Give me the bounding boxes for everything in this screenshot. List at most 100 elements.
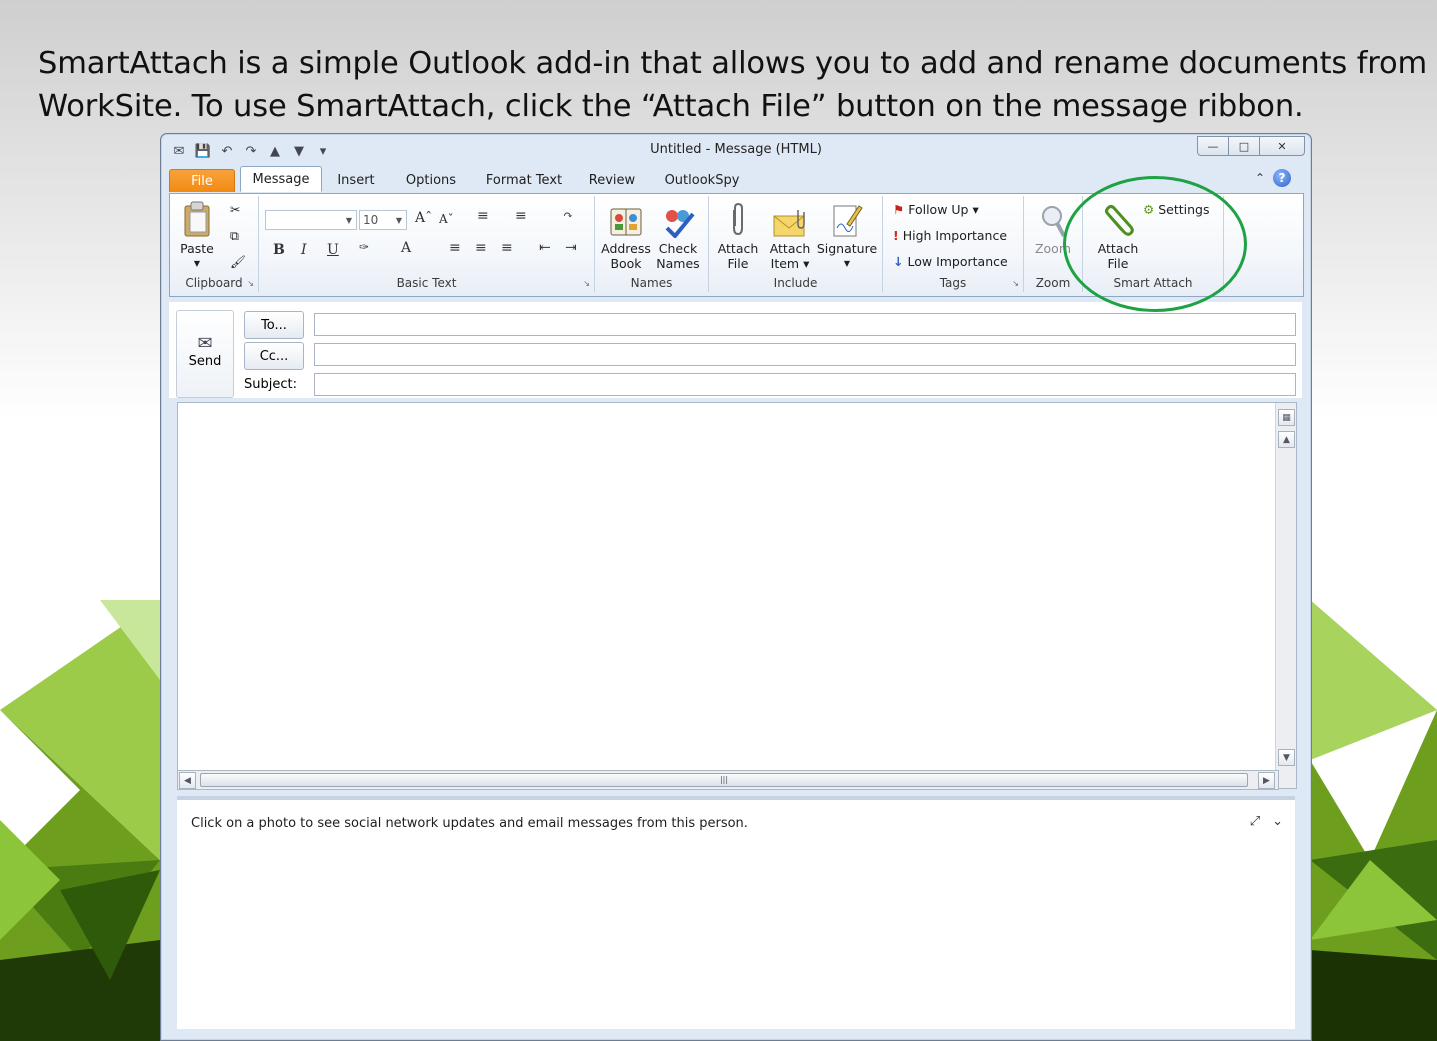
subject-field[interactable]: [314, 373, 1296, 396]
smart-attach-settings-button[interactable]: ⚙ Settings: [1143, 202, 1210, 217]
settings-label: Settings: [1158, 202, 1210, 217]
attach-file-label-1: Attach: [717, 241, 759, 256]
horizontal-scrollbar[interactable]: ◀ ||| ▶: [177, 770, 1279, 790]
title-bar: ✉ 💾 ↶ ↷ ▲ ▼ ▾ Untitled - Message (HTML) …: [161, 134, 1311, 166]
attach-item-button[interactable]: Attach Item ▾: [765, 200, 815, 271]
red-flag-icon: ⚑: [893, 202, 905, 217]
tab-message[interactable]: Message: [240, 166, 322, 192]
tab-file[interactable]: File: [169, 169, 235, 192]
to-button[interactable]: To...: [244, 311, 304, 339]
chevron-down-icon[interactable]: ⌄: [1272, 814, 1283, 829]
minimize-ribbon-icon[interactable]: ⌃: [1255, 171, 1265, 185]
low-importance-label: Low Importance: [907, 254, 1008, 269]
signature-dropdown-icon[interactable]: ▼: [815, 256, 879, 271]
font-color-icon[interactable]: A: [401, 240, 411, 256]
window-title: Untitled - Message (HTML): [650, 142, 822, 157]
message-header-area: ✉ Send To... Cc... Subject:: [169, 302, 1302, 398]
format-painter-icon[interactable]: 🖌: [230, 254, 246, 270]
paste-button[interactable]: Paste ▼: [176, 200, 218, 271]
horizontal-scroll-thumb[interactable]: |||: [200, 773, 1248, 787]
tags-launcher-icon[interactable]: ↘: [1012, 279, 1019, 288]
bold-button[interactable]: B: [273, 242, 285, 258]
tab-insert[interactable]: Insert: [329, 169, 383, 191]
increase-indent-icon[interactable]: ⇥: [565, 240, 577, 256]
people-pane-text: Click on a photo to see social network u…: [191, 816, 748, 831]
grow-font-icon[interactable]: Aˆ: [415, 210, 432, 226]
cut-icon[interactable]: ✂: [230, 202, 240, 217]
align-right-icon[interactable]: ≡: [501, 240, 513, 256]
paste-dropdown-icon[interactable]: ▼: [176, 256, 218, 271]
minimize-button[interactable]: —: [1197, 136, 1229, 156]
people-pane-controls: ⤢ ⌄: [1250, 814, 1283, 829]
address-book-button[interactable]: Address Book: [599, 200, 653, 271]
low-importance-button[interactable]: ↓ Low Importance: [893, 254, 1008, 269]
to-field[interactable]: [314, 313, 1296, 336]
scroll-right-icon[interactable]: ▶: [1258, 772, 1275, 789]
caption: SmartAttach is a simple Outlook add-in t…: [38, 42, 1428, 128]
message-body[interactable]: ▦ ▲ ▼: [177, 402, 1297, 789]
decrease-indent-icon[interactable]: ⇤: [539, 240, 551, 256]
attach-file-button[interactable]: Attach File: [713, 200, 763, 271]
high-importance-button[interactable]: ! High Importance: [893, 228, 1007, 243]
smart-attach-file-label-1: Attach: [1097, 241, 1139, 256]
italic-button[interactable]: I: [301, 242, 307, 258]
smart-attach-file-button[interactable]: Attach File: [1093, 200, 1143, 271]
basic-text-launcher-icon[interactable]: ↘: [583, 279, 590, 288]
gear-icon: ⚙: [1143, 202, 1155, 217]
ribbon: Paste ▼ ✂ ⧉ 🖌 Clipboard ↘ ▼ 10 ▼ Aˆ Aˇ ≡ …: [169, 193, 1304, 297]
shrink-font-icon[interactable]: Aˇ: [439, 212, 454, 226]
send-label: Send: [188, 354, 222, 369]
zoom-group-label: Zoom: [1035, 276, 1071, 290]
clear-formatting-icon[interactable]: ↷: [563, 208, 573, 222]
attach-item-label-2: Item ▾: [770, 256, 810, 271]
expand-icon[interactable]: ⤢: [1250, 814, 1260, 829]
people-pane-bar: Click on a photo to see social network u…: [177, 796, 1295, 847]
caption-line-1: SmartAttach is a simple Outlook add-in t…: [38, 46, 1428, 81]
align-left-icon[interactable]: ≡: [449, 240, 461, 256]
group-include: Attach File Attach Item ▾ Signature ▼ In…: [709, 196, 883, 292]
numbering-icon[interactable]: ≡: [515, 208, 527, 224]
font-size-value: 10: [363, 213, 379, 227]
magnifier-icon: [1028, 200, 1078, 238]
tab-options[interactable]: Options: [399, 169, 463, 191]
signature-button[interactable]: Signature ▼: [815, 200, 879, 271]
vertical-scrollbar[interactable]: ▦ ▲ ▼: [1275, 403, 1296, 788]
scroll-up-icon[interactable]: ▲: [1278, 431, 1295, 448]
signature-label: Signature: [816, 241, 878, 256]
zoom-label: Zoom: [1034, 241, 1072, 256]
copy-icon[interactable]: ⧉: [230, 228, 239, 244]
group-zoom: Zoom Zoom: [1024, 196, 1083, 292]
scroll-down-icon[interactable]: ▼: [1278, 749, 1295, 766]
close-button[interactable]: ✕: [1259, 136, 1305, 156]
help-icon[interactable]: ?: [1273, 169, 1291, 187]
check-names-icon: [653, 200, 703, 238]
green-paperclip-icon: [1093, 200, 1143, 238]
highlight-icon[interactable]: ✑: [359, 240, 369, 254]
tab-review[interactable]: Review: [583, 169, 641, 191]
basic-text-group-label: Basic Text: [396, 276, 457, 290]
paste-icon: [176, 200, 218, 238]
group-names: Address Book Check Names Names: [595, 196, 709, 292]
ruler-toggle-icon[interactable]: ▦: [1278, 409, 1295, 426]
font-name-select[interactable]: ▼: [265, 210, 357, 230]
tab-outlookspy[interactable]: OutlookSpy: [657, 169, 747, 191]
align-center-icon[interactable]: ≡: [475, 240, 487, 256]
group-basic-text: ▼ 10 ▼ Aˆ Aˇ ≡ ≡ ↷ B I U ✑ A ≡ ≡ ≡ ⇤ ⇥ Ba…: [259, 196, 595, 292]
check-names-button[interactable]: Check Names: [653, 200, 703, 271]
clipboard-launcher-icon[interactable]: ↘: [247, 279, 254, 288]
zoom-button[interactable]: Zoom: [1028, 200, 1078, 256]
smart-attach-group-label: Smart Attach: [1113, 276, 1193, 290]
underline-button[interactable]: U: [327, 242, 339, 258]
follow-up-button[interactable]: ⚑ Follow Up ▾: [893, 202, 979, 217]
send-button[interactable]: ✉ Send: [176, 310, 234, 398]
check-names-label-2: Names: [656, 256, 700, 271]
address-book-icon: [599, 200, 653, 238]
restore-button[interactable]: □: [1228, 136, 1260, 156]
cc-field[interactable]: [314, 343, 1296, 366]
tab-format-text[interactable]: Format Text: [479, 169, 569, 191]
font-size-select[interactable]: 10 ▼: [359, 210, 407, 230]
scroll-left-icon[interactable]: ◀: [179, 772, 196, 789]
subject-label: Subject:: [244, 377, 297, 392]
bullets-icon[interactable]: ≡: [477, 208, 489, 224]
cc-button[interactable]: Cc...: [244, 342, 304, 370]
